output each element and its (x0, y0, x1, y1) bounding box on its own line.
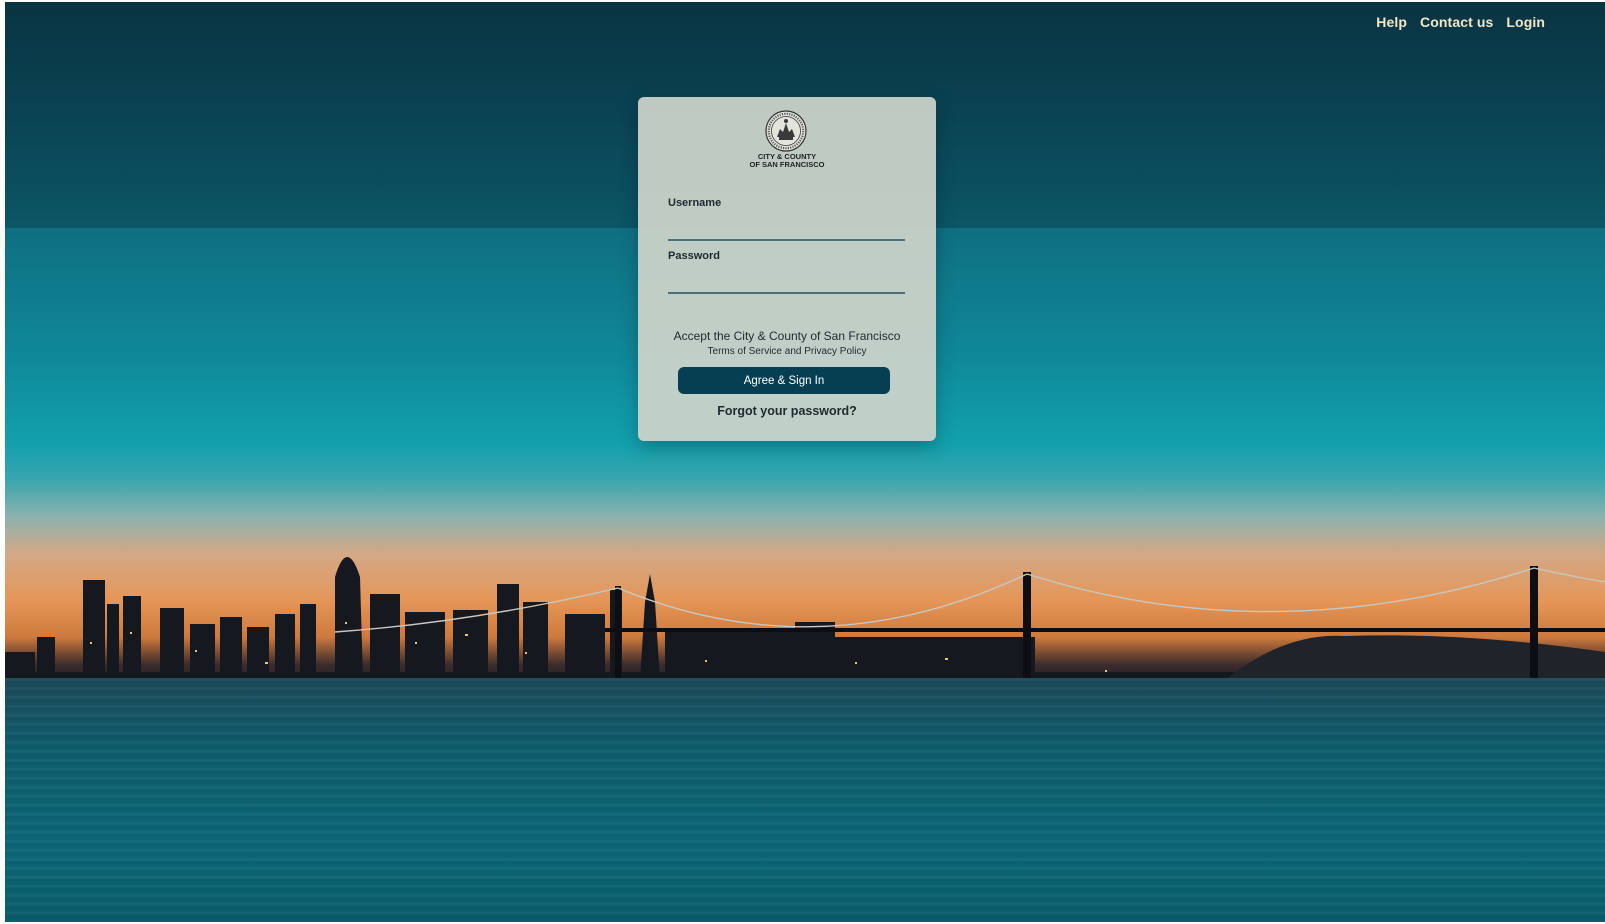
password-label: Password (668, 250, 720, 262)
password-field[interactable] (668, 272, 905, 294)
bay-water (5, 678, 1605, 922)
username-label: Username (668, 197, 722, 209)
contact-us-link[interactable]: Contact us (1420, 14, 1493, 30)
org-name-line2: OF SAN FRANCISCO (749, 160, 825, 169)
login-link[interactable]: Login (1506, 14, 1545, 30)
terms-of-service-link[interactable]: Terms of Service and Privacy Policy (638, 346, 936, 357)
agree-sign-in-button[interactable]: Agree & Sign In (678, 367, 890, 394)
top-navigation: Help Contact us Login (1376, 14, 1545, 30)
help-link[interactable]: Help (1376, 14, 1407, 30)
forgot-password-link[interactable]: Forgot your password? (638, 404, 936, 418)
city-seal-icon (765, 110, 807, 152)
terms-text: Accept the City & County of San Francisc… (673, 329, 901, 343)
login-card: CITY & COUNTY OF SAN FRANCISCO Username … (638, 97, 936, 441)
username-field[interactable] (668, 219, 905, 241)
